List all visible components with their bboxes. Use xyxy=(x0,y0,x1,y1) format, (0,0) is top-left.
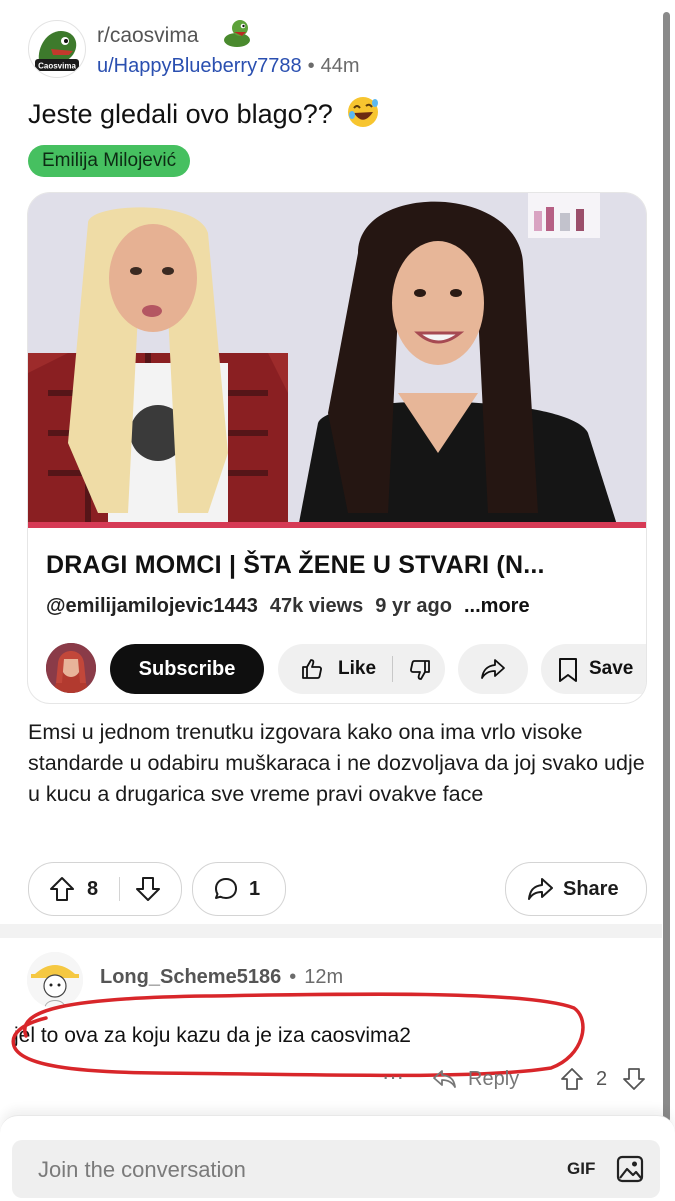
post-vote-pill: 8 xyxy=(28,862,182,916)
composer-placeholder: Join the conversation xyxy=(38,1157,246,1182)
thumbs-up-icon[interactable] xyxy=(300,657,324,686)
video-age: 9 yr ago xyxy=(375,595,452,617)
post-body: Emsi u jednom trenutku izgovara kako ona… xyxy=(28,720,645,806)
post-meta: u/HappyBlueberry7788 • 44m xyxy=(97,55,360,78)
rolling-laugh-emoji-icon xyxy=(346,95,380,129)
comment-separator: • xyxy=(289,966,297,988)
meta-separator: • xyxy=(307,55,315,77)
share-arrow-icon xyxy=(480,657,506,686)
author-link[interactable]: u/HappyBlueberry7788 xyxy=(97,55,302,77)
save-button[interactable]: Save xyxy=(541,644,646,694)
channel-handle[interactable]: @emilijamilojevic1443 xyxy=(46,595,258,617)
share-button[interactable]: Share xyxy=(505,862,647,916)
thumbs-down-icon[interactable] xyxy=(408,658,432,687)
subscribe-button[interactable]: Subscribe xyxy=(110,644,264,694)
post-title-text: Jeste gledali ovo blago?? xyxy=(28,99,333,129)
scrollbar[interactable] xyxy=(663,12,670,1122)
video-thumbnail[interactable] xyxy=(28,193,646,528)
downvote-icon[interactable] xyxy=(135,876,161,907)
reply-icon[interactable] xyxy=(432,1068,458,1095)
join-conversation-input[interactable]: Join the conversation GIF xyxy=(12,1140,660,1198)
post-age: 44m xyxy=(320,55,360,77)
comments-button[interactable]: 1 xyxy=(192,862,286,916)
share-icon xyxy=(526,876,554,907)
comment-count: 1 xyxy=(249,878,261,900)
video-share-button[interactable] xyxy=(458,644,528,694)
avatar-logo-text: Caosvima xyxy=(38,62,76,71)
comment-meta: Long_Scheme5186 • 12m xyxy=(100,966,343,989)
vote-divider xyxy=(119,877,120,901)
bookmark-icon xyxy=(557,657,579,688)
comment-vote-count: 2 xyxy=(596,1068,608,1090)
comment-upvote-icon[interactable] xyxy=(560,1067,584,1096)
share-label: Share xyxy=(563,878,619,900)
post-title[interactable]: Jeste gledali ovo blago?? xyxy=(28,95,380,130)
channel-avatar[interactable] xyxy=(46,643,96,693)
post-flair[interactable]: Emilija Milojević xyxy=(28,145,191,177)
subreddit-name[interactable]: r/caosvima xyxy=(97,24,199,48)
upvote-icon[interactable] xyxy=(49,876,75,907)
video-progress-bar xyxy=(28,522,646,528)
like-label[interactable]: Like xyxy=(338,658,376,680)
more-link[interactable]: ...more xyxy=(464,595,530,617)
snake-emoji-icon xyxy=(220,18,254,50)
like-divider xyxy=(392,656,393,682)
commenter-username[interactable]: Long_Scheme5186 xyxy=(100,966,281,988)
subreddit-avatar[interactable]: Caosvima xyxy=(28,20,86,78)
more-options-icon[interactable]: ··· xyxy=(382,1064,404,1090)
gif-button[interactable]: GIF xyxy=(567,1159,595,1179)
section-divider xyxy=(0,924,662,938)
comment-actions: ··· Reply 2 xyxy=(380,1062,650,1098)
comment-bubble-icon xyxy=(213,876,239,907)
video-embed-card[interactable]: DRAGI MOMCI | ŠTA ŽENE U STVARI (N... @e… xyxy=(28,193,646,703)
video-title[interactable]: DRAGI MOMCI | ŠTA ŽENE U STVARI (N... xyxy=(46,551,545,580)
reply-button[interactable]: Reply xyxy=(468,1068,519,1091)
save-label: Save xyxy=(589,658,634,679)
post-vote-count: 8 xyxy=(87,878,99,900)
image-upload-icon[interactable] xyxy=(616,1155,644,1188)
video-views: 47k views xyxy=(269,595,364,617)
comment-age: 12m xyxy=(304,966,344,988)
comment-downvote-icon[interactable] xyxy=(622,1067,646,1096)
like-dislike-pill: Like xyxy=(278,644,445,694)
video-meta: @emilijamilojevic1443 47k views 9 yr ago..… xyxy=(46,595,530,618)
